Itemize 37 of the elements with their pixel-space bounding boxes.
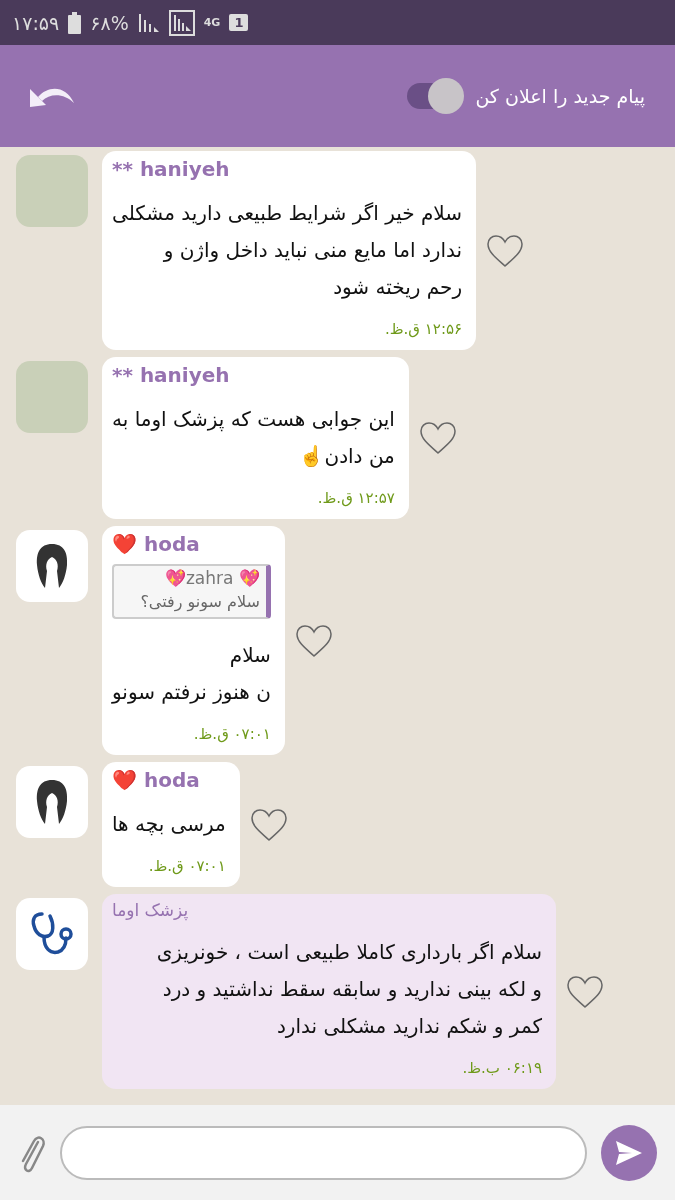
quoted-sender: 💖zahra 💖 [164, 568, 260, 588]
heart-icon[interactable] [249, 807, 288, 842]
sim-badge: 1 [229, 14, 249, 31]
message-time: ۱۲:۵۶ ق.ظ. [384, 320, 463, 338]
message-input[interactable] [60, 1125, 587, 1180]
avatar[interactable] [16, 530, 88, 602]
message-text: سلام ن هنوز نرفتم سونو [112, 642, 271, 706]
message-text: سلام اگر بارداری کاملا طبیعی است ، خونریزی و لکه بینی ندارید و سابقه سقط نداشتید و درد کمر و شکم ندارید مشکلی ندارد [155, 939, 542, 1040]
quoted-text: سلام سونو رفتی؟ [140, 591, 260, 614]
clock-text: ۱۷:۵۹ [12, 11, 60, 34]
heart-icon[interactable] [294, 623, 333, 658]
heart-icon[interactable] [566, 974, 604, 1009]
message-text: این جوابی هست که پزشک اوما به من دادن☝ [112, 406, 395, 470]
sender-name: ** haniyeh [112, 363, 231, 387]
message-time: ۰۷:۰۱ ق.ظ. [193, 725, 271, 743]
avatar[interactable] [16, 766, 88, 838]
hair-silhouette-icon [35, 779, 69, 825]
sender-name: ** haniyeh [112, 157, 231, 181]
sender-name: ❤ hoda [112, 768, 201, 792]
avatar[interactable] [16, 898, 88, 970]
message-time: ۰۶:۱۹ ب.ظ. [462, 1059, 542, 1077]
message-text: سلام خیر اگر شرایط طبیعی دارید مشکلی ندارد اما مایع منی نباید داخل واژن و رحم ریخته شود [112, 200, 463, 301]
message-text: مرسی بچه ها [112, 811, 226, 838]
message-time: ۱۲:۵۷ ق.ظ. [317, 489, 395, 507]
notify-label: پیام جدید را اعلان کن [475, 85, 645, 107]
send-icon [614, 1138, 644, 1167]
hair-silhouette-icon [35, 543, 69, 589]
heart-icon[interactable] [486, 233, 525, 268]
message-time: ۰۷:۰۱ ق.ظ. [148, 857, 226, 875]
signal-icon [137, 11, 160, 34]
signal-icon [168, 9, 195, 36]
network-type: 4G [203, 16, 221, 29]
sender-name: پزشک اوما [112, 900, 190, 920]
battery-icon [68, 11, 82, 34]
heart-icon[interactable] [418, 421, 457, 455]
battery-percent: ۶۸% [90, 11, 129, 34]
sender-name: ❤ hoda [112, 532, 201, 556]
